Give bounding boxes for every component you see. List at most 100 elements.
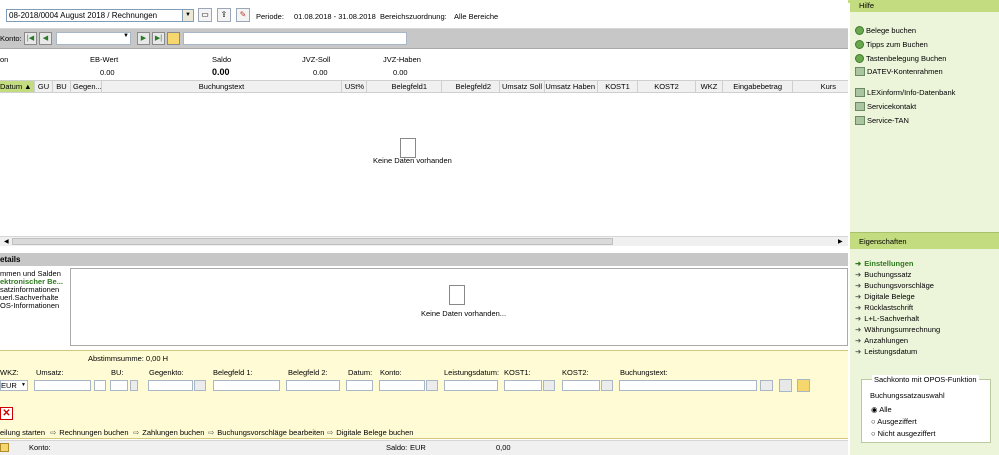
- datum-input[interactable]: [346, 380, 373, 391]
- col-belegfeld1[interactable]: Belegfeld1: [367, 81, 442, 92]
- konto-input[interactable]: [379, 380, 425, 391]
- details-nav-list: mmen und Salden ektronischer Be... satzi…: [0, 270, 63, 310]
- arrow-right-icon: ➜: [855, 347, 862, 356]
- gegenkonto-picker-icon[interactable]: [194, 380, 206, 391]
- arrow-right-icon: ➜: [855, 281, 862, 290]
- col-bu[interactable]: BU: [53, 81, 71, 92]
- info-item-servicekontakt[interactable]: Servicekontakt: [855, 102, 916, 111]
- period-combo[interactable]: 08-2018/0004 August 2018 / Rechnungen ▼: [6, 9, 194, 22]
- props-item-leistungsdatum[interactable]: ➜ Leistungsdatum: [855, 347, 917, 356]
- col-wkz[interactable]: WKZ: [696, 81, 723, 92]
- props-item-ll[interactable]: ➜ L+L-Sachverhalt: [855, 314, 919, 323]
- export-icon[interactable]: ⇪: [217, 8, 231, 22]
- empty-document-icon: [400, 138, 416, 158]
- col-umsatz-haben[interactable]: Umsatz Haben: [545, 81, 598, 92]
- link-rechnungen[interactable]: ⇨ Rechnungen buchen: [50, 428, 129, 437]
- col-ust[interactable]: USt%: [342, 81, 367, 92]
- next-record-icon[interactable]: ▶: [137, 32, 150, 45]
- status-bar: Konto: Saldo: EUR 0,00: [0, 440, 848, 455]
- help-item-belege[interactable]: Belege buchen: [855, 26, 916, 35]
- scrollbar-thumb[interactable]: [12, 238, 613, 245]
- bu-input[interactable]: [110, 380, 128, 391]
- props-item-waehrung[interactable]: ➜ Währungsumrechnung: [855, 325, 940, 334]
- gegenkonto-input[interactable]: [148, 380, 193, 391]
- chevron-down-icon[interactable]: ▼: [21, 381, 26, 390]
- konto-picker-icon[interactable]: [426, 380, 438, 391]
- props-item-anzahlungen[interactable]: ➜ Anzahlungen: [855, 336, 908, 345]
- kost2-input[interactable]: [562, 380, 600, 391]
- wkz-select[interactable]: EUR ▼: [0, 380, 28, 391]
- umsatz-input[interactable]: [34, 380, 91, 391]
- info-item-lexinform[interactable]: LEXinform/Info-Datenbank: [855, 88, 955, 97]
- arrow-right-icon: ➜: [855, 314, 862, 323]
- col-belegfeld2[interactable]: Belegfeld2: [442, 81, 500, 92]
- kost1-input[interactable]: [504, 380, 542, 391]
- scroll-left-icon[interactable]: ◀: [4, 238, 10, 245]
- booking-entry-form: Abstimmsumme: 0,00 H WKZ: Umsatz: BU: Ge…: [0, 350, 848, 439]
- buchungstext-label: Buchungstext:: [620, 368, 668, 377]
- col-datum[interactable]: Datum ▲: [0, 81, 35, 92]
- help-item-datev[interactable]: DATEV-Kontenrahmen: [855, 67, 943, 76]
- col-buchungstext[interactable]: Buchungstext: [102, 81, 342, 92]
- details-content: Keine Daten vorhanden...: [70, 268, 848, 346]
- buchungstext-picker-icon[interactable]: [760, 380, 773, 391]
- info-item-service-tan[interactable]: Service-TAN: [855, 116, 909, 125]
- props-item-vorschlaege[interactable]: ➜ Buchungsvorschläge: [855, 281, 934, 290]
- periode-value: 01.08.2018 - 31.08.2018: [294, 12, 376, 21]
- chevron-down-icon[interactable]: ▼: [182, 10, 193, 21]
- col-kurs[interactable]: Kurs: [793, 81, 848, 92]
- props-item-buchungssatz[interactable]: ➜ Buchungssatz: [855, 270, 911, 279]
- bu-picker-icon[interactable]: [130, 380, 138, 391]
- opos-option-nicht[interactable]: ○ Nicht ausgeziffert: [871, 429, 935, 438]
- calendar-icon[interactable]: ▭: [198, 8, 212, 22]
- col-kost2[interactable]: KOST2: [638, 81, 696, 92]
- link-digitale-belege[interactable]: ⇨ Digitale Belege buchen: [327, 428, 413, 437]
- opos-label: Buchungssatzauswahl: [870, 391, 945, 400]
- col-gu[interactable]: GU: [35, 81, 53, 92]
- edit-icon[interactable]: ✎: [236, 8, 250, 22]
- kost1-picker-icon[interactable]: [543, 380, 555, 391]
- folder-icon[interactable]: [167, 32, 180, 45]
- leistungsdatum-input[interactable]: [444, 380, 498, 391]
- wkz-label: WKZ:: [0, 368, 19, 377]
- status-konto-label: Konto:: [29, 443, 51, 452]
- soll-haben-input[interactable]: [94, 380, 106, 391]
- last-record-icon[interactable]: ▶|: [152, 32, 165, 45]
- link-aufteilung[interactable]: eilung starten: [0, 428, 45, 437]
- props-item-digitale-belege[interactable]: ➜ Digitale Belege: [855, 292, 915, 301]
- summary-label-eb: EB-Wert: [90, 55, 119, 64]
- folder-icon[interactable]: [797, 379, 810, 392]
- konto-select[interactable]: ▼: [56, 32, 131, 45]
- scroll-right-icon[interactable]: ▶: [838, 238, 844, 245]
- belegfeld2-input[interactable]: [286, 380, 340, 391]
- document-icon[interactable]: [779, 379, 792, 392]
- help-item-tasten[interactable]: Tastenbelegung Buchen: [855, 54, 946, 63]
- col-umsatz-soll[interactable]: Umsatz Soll: [500, 81, 545, 92]
- details-item-opos[interactable]: OS-Informationen: [0, 302, 63, 310]
- grid-horizontal-scrollbar[interactable]: ◀ ▶: [0, 236, 848, 246]
- belegfeld1-input[interactable]: [213, 380, 280, 391]
- first-record-icon[interactable]: |◀: [24, 32, 37, 45]
- col-kost1[interactable]: KOST1: [598, 81, 638, 92]
- buchungstext-input[interactable]: [619, 380, 757, 391]
- chevron-down-icon[interactable]: ▼: [123, 33, 129, 39]
- help-item-tipps[interactable]: Tipps zum Buchen: [855, 40, 928, 49]
- konto-name-field[interactable]: [183, 32, 407, 45]
- col-gegenkonto[interactable]: Gegen...: [71, 81, 102, 92]
- arrow-right-icon: ➜: [855, 303, 862, 312]
- props-header: Eigenschaften: [850, 232, 999, 249]
- kost2-picker-icon[interactable]: [601, 380, 613, 391]
- datum-label: Datum:: [348, 368, 373, 377]
- link-vorschlaege[interactable]: ⇨ Buchungsvorschläge bearbeiten: [208, 428, 324, 437]
- help-icon: [855, 26, 864, 35]
- props-item-einstellungen[interactable]: ➜ Einstellungen: [855, 259, 913, 268]
- umsatz-label: Umsatz:: [36, 368, 64, 377]
- col-eingabebetrag[interactable]: Eingabebetrag: [723, 81, 793, 92]
- opos-option-ausgeziffert[interactable]: ○ Ausgeziffert: [871, 417, 917, 426]
- prev-record-icon[interactable]: ◀: [39, 32, 52, 45]
- folder-icon[interactable]: [0, 443, 9, 452]
- link-zahlungen[interactable]: ⇨ Zahlungen buchen: [133, 428, 204, 437]
- cancel-x-icon[interactable]: ✕: [0, 407, 13, 420]
- opos-option-alle[interactable]: ◉ Alle: [871, 405, 892, 414]
- props-item-ruecklast[interactable]: ➜ Rücklastschrift: [855, 303, 913, 312]
